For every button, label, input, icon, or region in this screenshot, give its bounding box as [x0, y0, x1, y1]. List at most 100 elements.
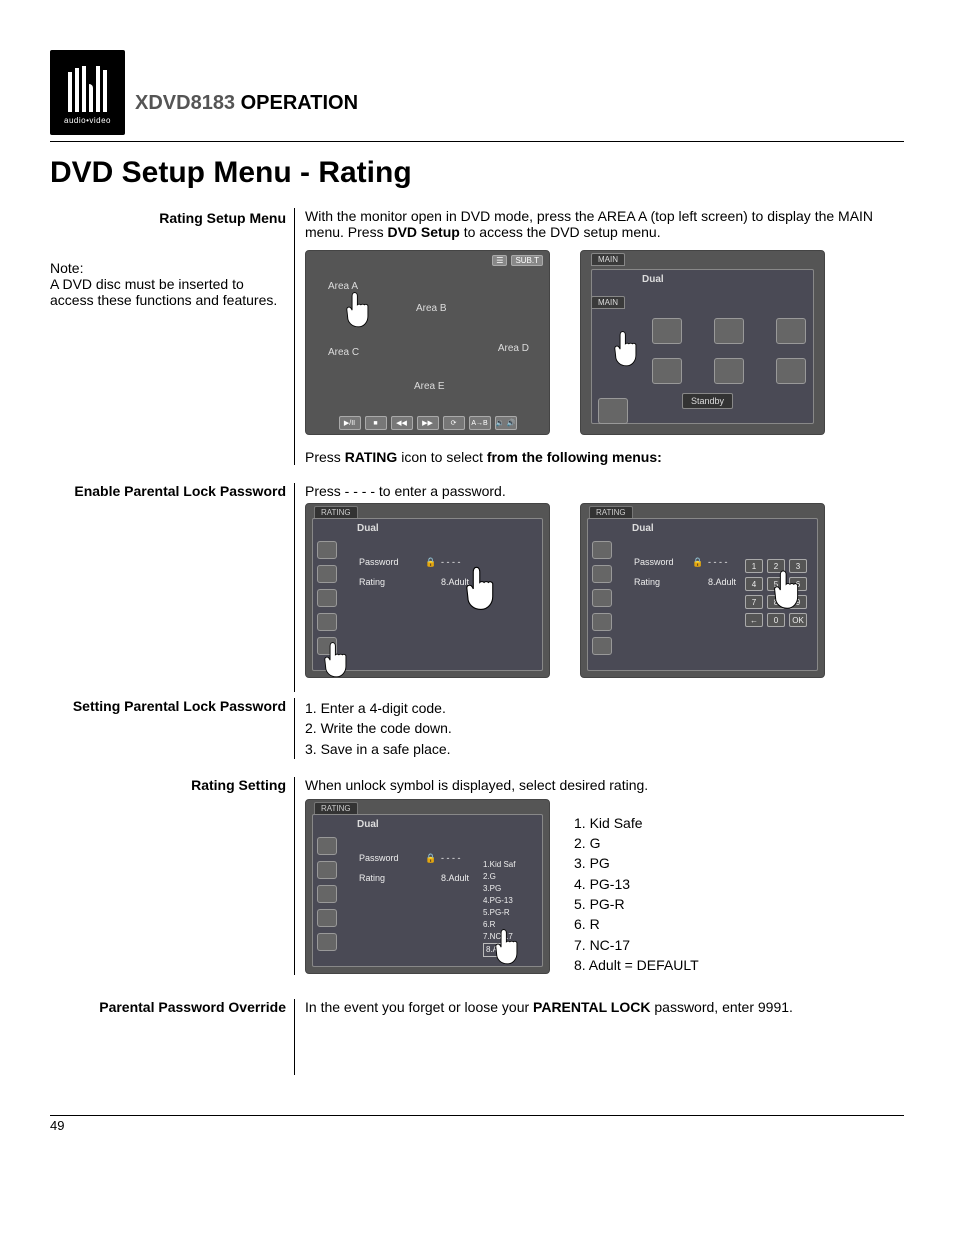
- area-b-label: Area B: [416, 303, 447, 314]
- section-name: OPERATION: [241, 92, 358, 114]
- side-icon: [592, 637, 612, 655]
- rewind-icon: ◀◀: [391, 416, 413, 430]
- r-item: 2.G: [483, 871, 515, 883]
- main-tab: MAIN: [591, 253, 625, 266]
- key-ok: OK: [789, 613, 807, 627]
- password-value: - - - -: [441, 557, 461, 567]
- page-header: audio•video XDVD8183 OPERATION: [50, 50, 904, 135]
- setting-password-label: Setting Parental Lock Password: [73, 698, 286, 714]
- area-c-label: Area C: [328, 347, 359, 358]
- rating-options-list: 1. Kid Safe 2. G 3. PG 4. PG-13 5. PG-R …: [574, 799, 699, 975]
- side-icon: [592, 541, 612, 559]
- brand-label: Dual: [357, 523, 379, 534]
- menu-icon-3: [776, 318, 806, 344]
- r-item: 4.PG-13: [483, 895, 515, 907]
- menu-icon-1: [652, 318, 682, 344]
- rating-label: Rating: [634, 577, 660, 587]
- logo-bars-icon: [68, 62, 107, 112]
- page-number: 49: [50, 1115, 904, 1133]
- rating-option: 5. PG-R: [574, 894, 699, 914]
- menu-icon-back: [598, 398, 628, 424]
- side-icon: [317, 861, 337, 879]
- key-back: ←: [745, 613, 763, 627]
- side-icon: [317, 589, 337, 607]
- play-pause-icon: ▶/II: [339, 416, 361, 430]
- step-1: 1. Enter a 4-digit code.: [305, 698, 904, 718]
- side-icon: [317, 541, 337, 559]
- brand-label: Dual: [632, 523, 654, 534]
- rating-option: 6. R: [574, 914, 699, 934]
- brand-label: Dual: [357, 819, 379, 830]
- model-number: XDVD8183: [135, 92, 235, 114]
- screenshot-main-menu: MAIN Dual MAIN Standby: [580, 250, 825, 435]
- playback-bar: ▶/II ■ ◀◀ ▶▶ ⟳ A→B 🔉 🔊: [306, 416, 549, 430]
- s1-text-c: to access the DVD setup menu.: [460, 224, 661, 240]
- lock-icon: 🔒: [692, 557, 703, 568]
- t: Press: [305, 449, 345, 465]
- menu-icon-5: [714, 358, 744, 384]
- menu-icon-4: [652, 358, 682, 384]
- volume-icon: 🔉 🔊: [495, 416, 517, 430]
- override-label: Parental Password Override: [99, 999, 286, 1015]
- page-title: DVD Setup Menu - Rating: [50, 156, 904, 190]
- step-3: 3. Save in a safe place.: [305, 739, 904, 759]
- key-1: 1: [745, 559, 763, 573]
- side-icon: [592, 589, 612, 607]
- rating-value: 8.Adult: [708, 577, 736, 587]
- rating-option: 1. Kid Safe: [574, 813, 699, 833]
- password-value: - - - -: [708, 557, 728, 567]
- side-icon: [317, 837, 337, 855]
- ab-repeat-icon: A→B: [469, 416, 491, 430]
- hand-pointer-icon: [342, 289, 378, 333]
- rating-setup-menu-label: Rating Setup Menu: [159, 210, 286, 226]
- rating-tab: RATING: [314, 802, 358, 815]
- rating-label: Rating: [359, 873, 385, 883]
- hand-pointer-icon: [491, 926, 527, 970]
- rating-option: 7. NC-17: [574, 935, 699, 955]
- rating-value: 8.Adult: [441, 873, 469, 883]
- rating-label: Rating: [359, 577, 385, 587]
- screenshot-rating-password: RATING Dual Password 🔒 - - - - Rating 8.…: [305, 503, 550, 678]
- step-2: 2. Write the code down.: [305, 718, 904, 738]
- hand-pointer-icon: [610, 328, 646, 372]
- rating-setting-body: When unlock symbol is displayed, select …: [305, 777, 648, 793]
- password-label: Password: [359, 853, 399, 863]
- key-7: 7: [745, 595, 763, 609]
- hand-pointer-icon: [320, 639, 356, 678]
- hand-pointer-icon: [461, 563, 505, 617]
- forward-icon: ▶▶: [417, 416, 439, 430]
- model-line: XDVD8183 OPERATION: [135, 92, 358, 115]
- hand-pointer-icon: [769, 567, 809, 615]
- menu-icon-6: [776, 358, 806, 384]
- menu-icon-2: [714, 318, 744, 344]
- r-item: 1.Kid Saf: [483, 859, 515, 871]
- screenshot-rating-keypad: RATING Dual Password 🔒 - - - - Rating 8.…: [580, 503, 825, 678]
- area-d-label: Area D: [498, 343, 529, 354]
- side-icon: [317, 613, 337, 631]
- note-heading: Note:: [50, 260, 286, 276]
- enable-password-label: Enable Parental Lock Password: [74, 483, 286, 499]
- password-label: Password: [359, 557, 399, 567]
- override-b: PARENTAL LOCK: [533, 999, 650, 1015]
- rating-option: 4. PG-13: [574, 874, 699, 894]
- lock-icon: 🔒: [425, 557, 436, 568]
- rating-option: 3. PG: [574, 853, 699, 873]
- lock-icon: 🔒: [425, 853, 436, 864]
- side-icon: [592, 613, 612, 631]
- standby-button: Standby: [682, 393, 733, 409]
- screenshot-rating-list: RATING Dual Password 🔒 - - - - Rating 8.…: [305, 799, 550, 974]
- stop-icon: ■: [365, 416, 387, 430]
- subt-chip: SUB.T: [511, 255, 543, 266]
- password-label: Password: [634, 557, 674, 567]
- intro-screens: ☰SUB.T Area A Area B Area C Area D Area …: [305, 250, 904, 435]
- side-icon: [317, 885, 337, 903]
- r-item: 3.PG: [483, 883, 515, 895]
- side-icon: [592, 565, 612, 583]
- rating-setting-label: Rating Setting: [191, 777, 286, 793]
- logo-subtext: audio•video: [64, 116, 111, 125]
- repeat-icon: ⟳: [443, 416, 465, 430]
- note-body: A DVD disc must be inserted to access th…: [50, 276, 286, 308]
- s1-text-b: DVD Setup: [387, 224, 459, 240]
- enable-password-body: Press - - - - to enter a password.: [305, 483, 506, 499]
- press-rating-line: Press RATING icon to select from the fol…: [305, 449, 904, 465]
